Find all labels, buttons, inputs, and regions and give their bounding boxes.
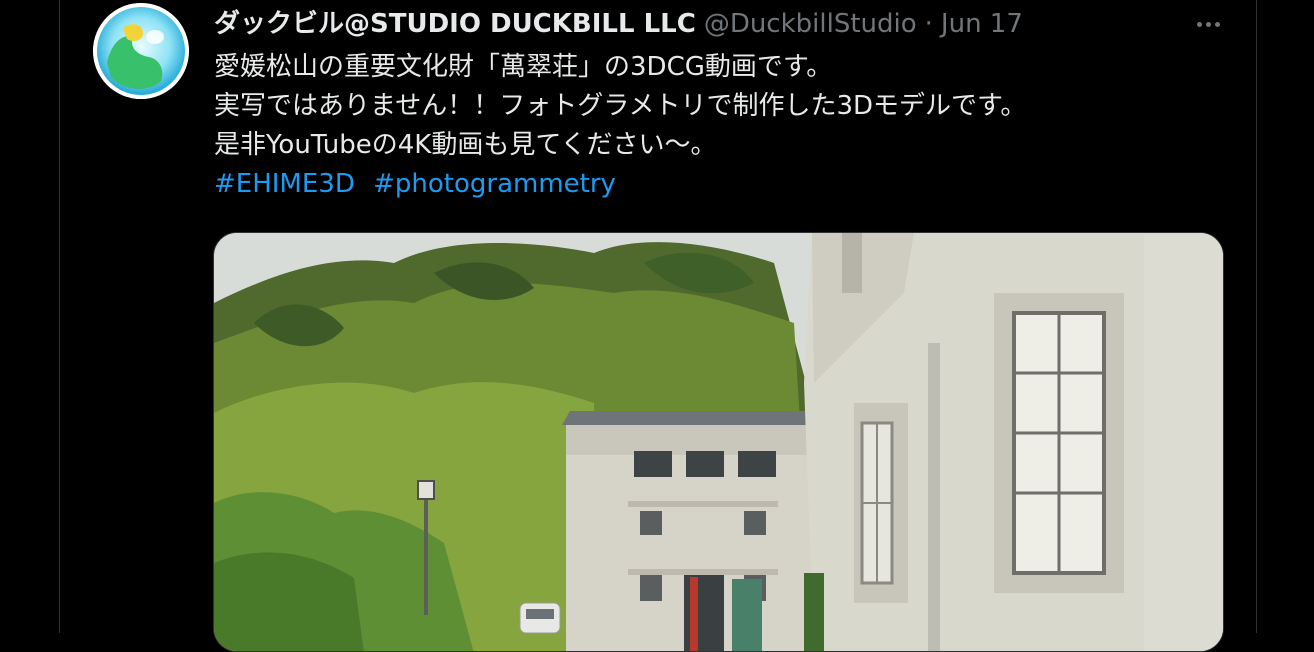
more-icon[interactable] (1190, 12, 1226, 36)
duckbill-logo-icon (93, 3, 189, 99)
tweet-text: 愛媛松山の重要文化財「萬翠荘」の3DCG動画です。 実写ではありません！！フォト… (214, 48, 1224, 204)
display-name[interactable]: ダックビル@STUDIO DUCKBILL LLC (214, 4, 696, 44)
separator-dot: · (924, 9, 933, 39)
tweet-media-video[interactable] (213, 232, 1224, 652)
hashtag-row: #EHIME3D #photogrammetry (214, 165, 1224, 204)
tweet-text-line: 愛媛松山の重要文化財「萬翠荘」の3DCG動画です。 (214, 52, 833, 82)
hashtag-link[interactable]: #EHIME3D (214, 169, 355, 199)
user-handle[interactable]: @DuckbillStudio (704, 4, 917, 44)
video-frame (214, 233, 1223, 651)
tweet[interactable]: ダックビル@STUDIO DUCKBILL LLC @DuckbillStudi… (60, 0, 1256, 652)
timeline-column: ダックビル@STUDIO DUCKBILL LLC @DuckbillStudi… (59, 0, 1257, 652)
tweet-date[interactable]: Jun 17 (941, 4, 1023, 44)
tweet-text-line: 是非YouTubeの4K動画も見てください〜。 (214, 130, 717, 160)
tweet-text-line: 実写ではありません！！フォトグラメトリで制作した3Dモデルです。 (214, 91, 1027, 121)
tweet-header: ダックビル@STUDIO DUCKBILL LLC @DuckbillStudi… (214, 4, 1023, 44)
hashtag-link[interactable]: #photogrammetry (373, 169, 616, 199)
avatar[interactable] (93, 3, 189, 99)
